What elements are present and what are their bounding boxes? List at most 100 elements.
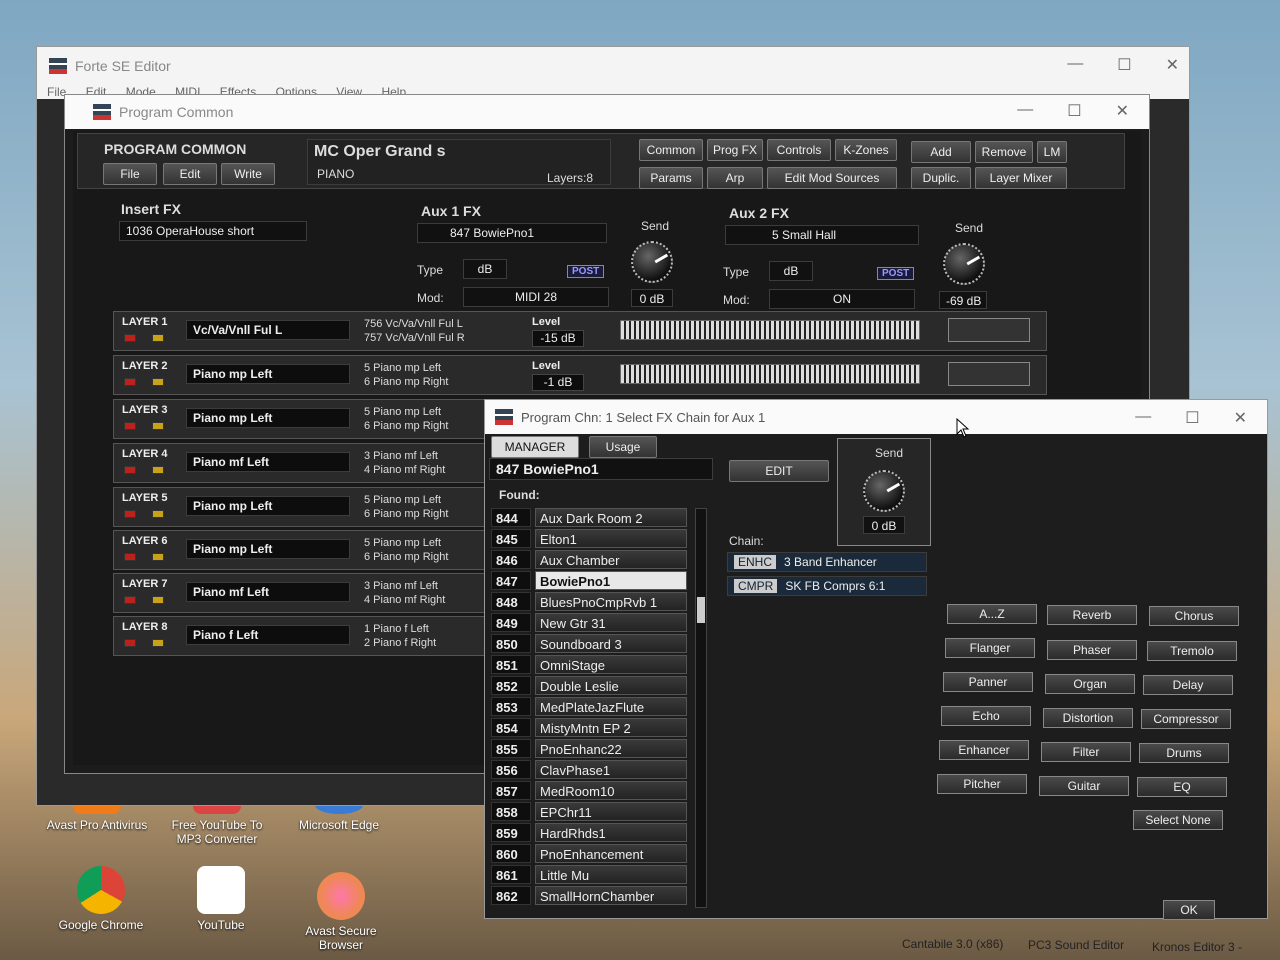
- mute-led-icon[interactable]: [124, 553, 136, 561]
- ok-button[interactable]: OK: [1163, 900, 1215, 920]
- aux2-mod-field[interactable]: ON: [769, 289, 915, 309]
- list-item-name[interactable]: MedPlateJazFlute: [535, 697, 687, 716]
- mute-led-icon[interactable]: [124, 466, 136, 474]
- write-button[interactable]: Write: [221, 163, 275, 185]
- filter-enhancer-button[interactable]: Enhancer: [939, 740, 1029, 760]
- aux1-fx-field[interactable]: 847 BowiePno1: [417, 223, 607, 243]
- filter-delay-button[interactable]: Delay: [1143, 675, 1233, 695]
- tab-edit-mod-sources[interactable]: Edit Mod Sources: [767, 167, 897, 189]
- maximize-icon[interactable]: ☐: [1117, 55, 1131, 75]
- list-item-selected[interactable]: 847 BowiePno1: [491, 571, 689, 592]
- list-item-name[interactable]: HardRhds1: [535, 823, 687, 842]
- filter-panner-button[interactable]: Panner: [943, 672, 1033, 692]
- list-item[interactable]: 848 BluesPnoCmpRvb 1: [491, 592, 689, 613]
- lm-button[interactable]: LM: [1037, 141, 1067, 163]
- list-scrollbar[interactable]: [695, 508, 707, 908]
- list-item[interactable]: 862 SmallHornChamber: [491, 886, 689, 907]
- taskbar-pc3[interactable]: PC3 Sound Editor: [1028, 938, 1124, 952]
- list-item[interactable]: 856 ClavPhase1: [491, 760, 689, 781]
- list-item-name[interactable]: BowiePno1: [535, 571, 687, 590]
- list-item-name[interactable]: PnoEnhanc22: [535, 739, 687, 758]
- solo-led-icon[interactable]: [152, 510, 164, 518]
- layer-name[interactable]: Piano mp Left: [186, 408, 350, 428]
- layer-name[interactable]: Piano mp Left: [186, 539, 350, 559]
- file-button[interactable]: File: [103, 163, 157, 185]
- layer-row[interactable]: LAYER 2 Piano mp Left 5 Piano mp Left 6 …: [113, 355, 1047, 395]
- layer-name[interactable]: Piano f Left: [186, 625, 350, 645]
- edit-button[interactable]: Edit: [163, 163, 217, 185]
- tab-prog-fx[interactable]: Prog FX: [707, 139, 763, 161]
- list-item[interactable]: 860 PnoEnhancement: [491, 844, 689, 865]
- mute-led-icon[interactable]: [124, 510, 136, 518]
- aux1-send-knob[interactable]: [631, 241, 673, 283]
- keyboard-range-icon[interactable]: [620, 320, 920, 340]
- filter-guitar-button[interactable]: Guitar: [1039, 776, 1129, 796]
- aux1-post-badge[interactable]: POST: [567, 265, 605, 278]
- solo-led-icon[interactable]: [152, 422, 164, 430]
- list-item[interactable]: 854 MistyMntn EP 2: [491, 718, 689, 739]
- list-item-name[interactable]: PnoEnhancement: [535, 844, 687, 863]
- select-none-button[interactable]: Select None: [1133, 810, 1223, 830]
- list-item-name[interactable]: Aux Chamber: [535, 550, 687, 569]
- list-item-name[interactable]: BluesPnoCmpRvb 1: [535, 592, 687, 611]
- filter-drums-button[interactable]: Drums: [1139, 743, 1229, 763]
- tab-controls[interactable]: Controls: [767, 139, 831, 161]
- mute-led-icon[interactable]: [124, 422, 136, 430]
- scrollbar-thumb[interactable]: [697, 597, 705, 623]
- chain-slot-1[interactable]: ENHC 3 Band Enhancer: [727, 552, 927, 572]
- layer-level-value[interactable]: -15 dB: [532, 330, 584, 347]
- mute-led-icon[interactable]: [124, 596, 136, 604]
- list-item[interactable]: 855 PnoEnhanc22: [491, 739, 689, 760]
- remove-button[interactable]: Remove: [975, 141, 1033, 163]
- list-item-name[interactable]: Elton1: [535, 529, 687, 548]
- minimize-icon[interactable]: —: [1135, 408, 1151, 428]
- desktop-icon-chrome[interactable]: Google Chrome: [46, 866, 156, 932]
- list-item[interactable]: 846 Aux Chamber: [491, 550, 689, 571]
- tab-k-zones[interactable]: K-Zones: [835, 139, 897, 161]
- envelope-icon[interactable]: [948, 318, 1030, 342]
- layer-name[interactable]: Piano mf Left: [186, 452, 350, 472]
- layer-mixer-button[interactable]: Layer Mixer: [975, 167, 1067, 189]
- solo-led-icon[interactable]: [152, 553, 164, 561]
- list-item-name[interactable]: SmallHornChamber: [535, 886, 687, 905]
- solo-led-icon[interactable]: [152, 596, 164, 604]
- mute-led-icon[interactable]: [124, 334, 136, 342]
- aux2-fx-field[interactable]: 5 Small Hall: [725, 225, 919, 245]
- insert-fx-field[interactable]: 1036 OperaHouse short: [119, 221, 307, 241]
- list-item-name[interactable]: New Gtr 31: [535, 613, 687, 632]
- filter-eq-button[interactable]: EQ: [1137, 777, 1227, 797]
- list-item[interactable]: 852 Double Leslie: [491, 676, 689, 697]
- tab-usage[interactable]: Usage: [589, 436, 657, 458]
- filter-flanger-button[interactable]: Flanger: [945, 638, 1035, 658]
- edit-fx-button[interactable]: EDIT: [729, 460, 829, 482]
- filter-compressor-button[interactable]: Compressor: [1141, 709, 1231, 729]
- minimize-icon[interactable]: —: [1017, 101, 1033, 121]
- filter-pitcher-button[interactable]: Pitcher: [937, 774, 1027, 794]
- layer-name[interactable]: Vc/Va/Vnll Ful L: [186, 320, 350, 340]
- filter-distortion-button[interactable]: Distortion: [1043, 708, 1133, 728]
- list-item-name[interactable]: ClavPhase1: [535, 760, 687, 779]
- layer-name[interactable]: Piano mp Left: [186, 364, 350, 384]
- list-item[interactable]: 844 Aux Dark Room 2: [491, 508, 689, 529]
- taskbar-kronos[interactable]: Kronos Editor 3 -: [1152, 940, 1242, 954]
- close-icon[interactable]: ✕: [1166, 55, 1179, 75]
- list-item[interactable]: 849 New Gtr 31: [491, 613, 689, 634]
- list-item[interactable]: 845 Elton1: [491, 529, 689, 550]
- envelope-icon[interactable]: [948, 362, 1030, 386]
- maximize-icon[interactable]: ☐: [1185, 408, 1199, 428]
- maximize-icon[interactable]: ☐: [1067, 101, 1081, 121]
- tab-params[interactable]: Params: [639, 167, 703, 189]
- duplicate-button[interactable]: Duplic.: [911, 167, 971, 189]
- close-icon[interactable]: ✕: [1116, 101, 1129, 121]
- solo-led-icon[interactable]: [152, 334, 164, 342]
- mute-led-icon[interactable]: [124, 378, 136, 386]
- minimize-icon[interactable]: —: [1067, 55, 1083, 75]
- list-item-name[interactable]: OmniStage: [535, 655, 687, 674]
- layer-name[interactable]: Piano mf Left: [186, 582, 350, 602]
- taskbar-cantabile[interactable]: Cantabile 3.0 (x86): [902, 937, 1003, 951]
- list-item[interactable]: 850 Soundboard 3: [491, 634, 689, 655]
- filter-echo-button[interactable]: Echo: [941, 706, 1031, 726]
- list-item[interactable]: 858 EPChr11: [491, 802, 689, 823]
- filter-organ-button[interactable]: Organ: [1045, 674, 1135, 694]
- list-item-name[interactable]: Soundboard 3: [535, 634, 687, 653]
